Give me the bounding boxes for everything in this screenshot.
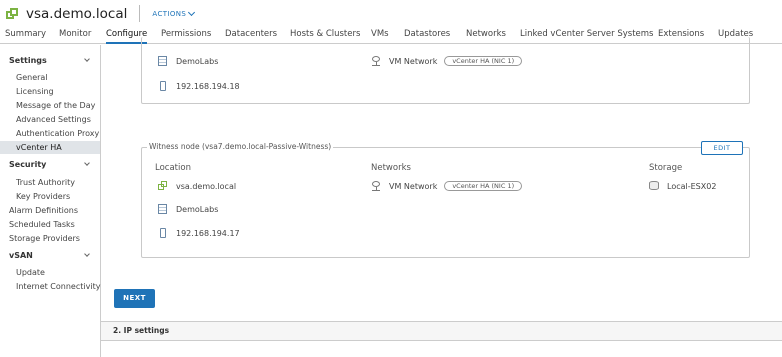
actions-menu-button[interactable]: ACTIONS (152, 8, 196, 18)
ip-address-icon (160, 81, 166, 91)
sidebar-item-storage-providers[interactable]: Storage Providers (0, 232, 100, 245)
sidebar-item-trust-authority[interactable]: Trust Authority (0, 176, 100, 189)
chevron-down-icon (84, 56, 90, 62)
sidebar-item-advanced-settings[interactable]: Advanced Settings (0, 113, 100, 126)
witness-location-ip: 192.168.194.17 (158, 228, 240, 238)
next-button[interactable]: NEXT (114, 289, 155, 308)
network-icon (371, 56, 381, 66)
tab-summary[interactable]: Summary (5, 27, 46, 44)
page-title: vsa.demo.local (26, 5, 128, 22)
actions-label: ACTIONS (152, 9, 187, 18)
chevron-down-icon (84, 251, 90, 257)
networks-header: Networks (371, 163, 411, 173)
sidebar-item-licensing[interactable]: Licensing (0, 85, 100, 98)
passive-dc-text: DemoLabs (176, 56, 219, 66)
storage-header: Storage (649, 163, 683, 173)
sidebar-group-settings[interactable]: Settings (0, 54, 100, 67)
witness-location-dc: DemoLabs (158, 204, 218, 214)
datastore-icon (649, 181, 659, 190)
sidebar-item-authentication-proxy[interactable]: Authentication Proxy (0, 127, 100, 140)
step-ip-settings[interactable]: 2. IP settings (101, 321, 782, 341)
sidebar-item-message-of-the-day[interactable]: Message of the Day (0, 99, 100, 112)
witness-network: VM Network vCenter HA (NIC 1) (371, 181, 523, 191)
sidebar-item-update[interactable]: Update (0, 266, 100, 279)
sidebar-item-scheduled-tasks[interactable]: Scheduled Tasks (0, 218, 100, 231)
passive-ip-text: 192.168.194.18 (176, 81, 240, 91)
edit-button[interactable]: EDIT (701, 141, 743, 155)
sidebar-item-internet-connectivity[interactable]: Internet Connectivity (0, 280, 100, 293)
witness-node-legend: Witness node (vsa7.demo.local-Passive-Wi… (147, 142, 334, 151)
sidebar-group-label: Security (9, 160, 47, 169)
chevron-down-icon (188, 8, 196, 16)
witness-dc-text: DemoLabs (176, 204, 219, 214)
sidebar-group-label: vSAN (9, 251, 33, 260)
witness-storage: Local-ESX02 (649, 181, 716, 191)
sidebar: Settings General Licensing Message of th… (0, 45, 101, 357)
datacenter-icon (158, 204, 167, 214)
passive-location-ip: 192.168.194.18 (158, 81, 240, 91)
sidebar-item-alarm-definitions[interactable]: Alarm Definitions (0, 204, 100, 217)
passive-network-text: VM Network (389, 56, 438, 66)
passive-network: VM Network vCenter HA (NIC 1) (371, 56, 523, 66)
datacenter-icon (158, 56, 167, 66)
network-icon (371, 181, 381, 191)
app-header: vsa.demo.local ACTIONS (0, 0, 782, 27)
header-divider (139, 5, 141, 22)
passive-location-dc: DemoLabs (158, 56, 218, 66)
nic-badge: vCenter HA (NIC 1) (444, 181, 523, 191)
sidebar-group-security[interactable]: Security (0, 158, 100, 171)
host-icon (158, 181, 168, 191)
witness-ip-text: 192.168.194.17 (176, 228, 240, 238)
chevron-down-icon (84, 160, 90, 166)
sidebar-group-label: Settings (9, 56, 47, 65)
witness-host-text: vsa.demo.local (176, 181, 237, 191)
main-content: DemoLabs 192.168.194.18 VM Network vCent… (101, 37, 782, 357)
sidebar-group-vsan[interactable]: vSAN (0, 249, 100, 262)
witness-node-panel: Witness node (vsa7.demo.local-Passive-Wi… (141, 141, 750, 258)
witness-location-host: vsa.demo.local (158, 181, 236, 191)
ip-address-icon (160, 228, 166, 238)
passive-node-panel: DemoLabs 192.168.194.18 VM Network vCent… (141, 37, 750, 104)
sidebar-item-general[interactable]: General (0, 71, 100, 84)
witness-network-text: VM Network (389, 181, 438, 191)
location-header: Location (155, 163, 191, 173)
nic-badge: vCenter HA (NIC 1) (444, 56, 523, 66)
tab-monitor[interactable]: Monitor (59, 27, 91, 44)
vcenter-logo-icon (6, 7, 18, 20)
witness-storage-text: Local-ESX02 (667, 181, 717, 191)
sidebar-item-vcenter-ha[interactable]: vCenter HA (0, 141, 100, 154)
sidebar-item-key-providers[interactable]: Key Providers (0, 190, 100, 203)
